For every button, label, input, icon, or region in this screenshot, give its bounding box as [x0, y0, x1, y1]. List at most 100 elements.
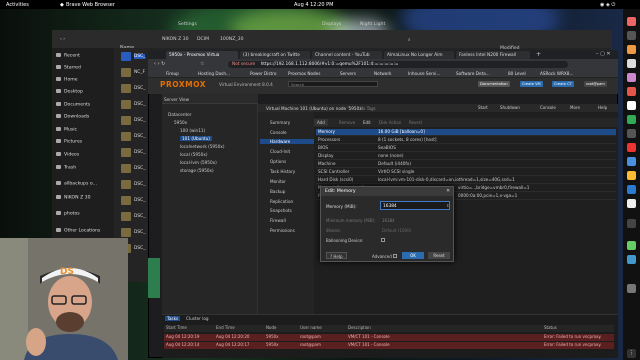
bookmark-icon[interactable]: ☆: [200, 61, 204, 67]
hardware-row[interactable]: BIOS SeaBIOS: [316, 145, 616, 152]
app-icon[interactable]: [627, 87, 636, 96]
app-icon[interactable]: [627, 129, 636, 138]
sidebar-item[interactable]: Documents: [56, 102, 90, 108]
help-button[interactable]: Help: [598, 105, 607, 110]
sidebar-item[interactable]: Other Locations: [56, 228, 100, 234]
nav-cloud-init[interactable]: Cloud-Init: [270, 149, 290, 154]
nav-permissions[interactable]: Permissions: [270, 228, 295, 233]
trash-icon[interactable]: [627, 284, 636, 293]
file-name[interactable]: DSC_: [134, 54, 146, 59]
task-row-error[interactable]: Aug 04 12:20:14 Aug 04 12:20:17 5950x ro…: [164, 342, 614, 349]
tab-proxmox[interactable]: 5950x - Proxmox Virtua: [166, 51, 238, 59]
system-status-icons[interactable]: ◉ ◈ ⏻: [600, 2, 615, 8]
hardware-row[interactable]: Hard Disk (scsi0) local-lvm:vm-101-disk-0…: [316, 177, 616, 184]
file-thumbnail[interactable]: [121, 68, 131, 77]
file-thumbnail[interactable]: [121, 84, 131, 93]
app-icon[interactable]: [627, 199, 636, 208]
tab-twitter[interactable]: (3) breakingcraft on Twitte: [240, 51, 310, 59]
file-name[interactable]: DSC_: [134, 150, 145, 155]
app-icon[interactable]: [627, 171, 636, 180]
bookmark-item[interactable]: Network: [374, 71, 391, 76]
tab-almalinux[interactable]: AlmaLinux No Longer Aim: [384, 51, 454, 59]
remove-button[interactable]: Remove: [336, 119, 358, 126]
server-view-selector[interactable]: Server View: [162, 94, 258, 104]
start-button[interactable]: Start: [478, 105, 488, 110]
spinner-icon[interactable]: ⇕: [446, 203, 449, 208]
tags-label[interactable]: No Tags: [360, 106, 376, 111]
sidebar-item[interactable]: allbackups o...: [56, 181, 97, 187]
sidebar-item[interactable]: Pictures: [56, 139, 82, 145]
min-memory-input[interactable]: 16384: [382, 218, 395, 223]
file-thumbnail[interactable]: [121, 116, 131, 125]
app-icon[interactable]: [627, 31, 636, 40]
nav-hardware[interactable]: Hardware: [260, 139, 314, 144]
sidebar-item[interactable]: Music: [56, 127, 77, 133]
tree-storage[interactable]: storage (5950x): [180, 168, 214, 173]
sidebar-item[interactable]: Videos: [56, 152, 79, 158]
file-name[interactable]: DSC_: [134, 102, 145, 107]
tree-storage[interactable]: local-lvm (5950x): [180, 160, 217, 165]
shares-input[interactable]: Default (1000): [382, 228, 411, 233]
file-thumbnail[interactable]: [121, 52, 131, 61]
app-icon[interactable]: [627, 73, 636, 82]
tab-firewall[interactable]: Fanless Intel N200 Firewall: [456, 51, 530, 59]
tree-datacenter[interactable]: Datacenter: [168, 112, 191, 117]
sidebar-item[interactable]: photos: [56, 211, 80, 217]
app-icon[interactable]: [627, 101, 636, 110]
tasks-tab[interactable]: Tasks: [165, 316, 181, 321]
file-name[interactable]: DSC_: [134, 118, 145, 123]
bookmark-item[interactable]: Proxmox Nodes: [288, 71, 320, 76]
sidebar-item[interactable]: Starred: [56, 65, 81, 71]
file-thumbnail[interactable]: [121, 164, 131, 173]
nav-firewall[interactable]: Firewall: [270, 218, 286, 223]
disk-action-button[interactable]: Disk Action: [376, 119, 404, 126]
help-button[interactable]: ? Help: [326, 252, 347, 259]
hardware-row[interactable]: Memory 16.00 GiB [balloon=0]: [316, 129, 616, 136]
hardware-row[interactable]: Machine Default (i440fx): [316, 161, 616, 168]
activities-button[interactable]: Activities: [6, 2, 29, 8]
cluster-log-tab[interactable]: Cluster log: [186, 316, 209, 321]
tree-node[interactable]: 5950x: [174, 120, 187, 125]
file-name[interactable]: DSC_: [134, 134, 145, 139]
revert-button[interactable]: Revert: [406, 119, 425, 126]
file-thumbnail[interactable]: [121, 148, 131, 157]
reset-button[interactable]: Reset: [428, 252, 450, 259]
file-name[interactable]: DSC_: [134, 182, 145, 187]
nav-backup[interactable]: Backup: [270, 189, 285, 194]
file-name[interactable]: DSC_: [134, 214, 145, 219]
nav-summary[interactable]: Summary: [270, 120, 290, 125]
hardware-row[interactable]: SCSI Controller VirtIO SCSI single: [316, 169, 616, 176]
file-thumbnail[interactable]: [121, 228, 131, 237]
window-controls[interactable]: – ▢ ✕: [596, 51, 611, 57]
path-segment[interactable]: 100NZ_30: [220, 37, 244, 42]
side-panel-handle[interactable]: [148, 258, 160, 298]
path-segment[interactable]: NIKON Z 30: [162, 37, 189, 42]
clock[interactable]: Aug 4 12:20 PM: [294, 2, 333, 8]
app-icon[interactable]: [627, 219, 636, 228]
app-icon[interactable]: [627, 143, 636, 152]
not-secure-indicator[interactable]: Not secure: [232, 62, 255, 67]
app-icon[interactable]: [627, 17, 636, 26]
edit-button[interactable]: Edit: [360, 119, 374, 126]
tree-storage[interactable]: local (5950x): [180, 152, 208, 157]
file-thumbnail[interactable]: [121, 100, 131, 109]
task-row-error[interactable]: Aug 04 12:20:19 Aug 04 12:20:20 5950x ro…: [164, 334, 614, 341]
app-name[interactable]: Brave Web Browser: [66, 2, 115, 8]
back-icon[interactable]: ‹ ›: [60, 37, 65, 42]
nav-snapshots[interactable]: Snapshots: [270, 208, 292, 213]
bookmark-item[interactable]: Servers: [340, 71, 356, 76]
sidebar-item[interactable]: Recent: [56, 53, 80, 59]
app-icon[interactable]: [627, 241, 636, 250]
ok-button[interactable]: OK: [402, 252, 424, 259]
nav-task-history[interactable]: Task History: [270, 169, 295, 174]
app-icon[interactable]: [627, 59, 636, 68]
nav-console[interactable]: Console: [270, 130, 287, 135]
advanced-checkbox[interactable]: [393, 254, 397, 258]
nav-monitor[interactable]: Monitor: [270, 179, 286, 184]
show-apps-icon[interactable]: ⋮: [627, 349, 636, 358]
bookmark-item[interactable]: Power Distro: [250, 71, 276, 76]
hardware-row[interactable]: Display none (none): [316, 153, 616, 160]
file-name[interactable]: DSC_: [134, 230, 145, 235]
file-name[interactable]: DSC_: [134, 246, 145, 251]
file-thumbnail[interactable]: [121, 132, 131, 141]
